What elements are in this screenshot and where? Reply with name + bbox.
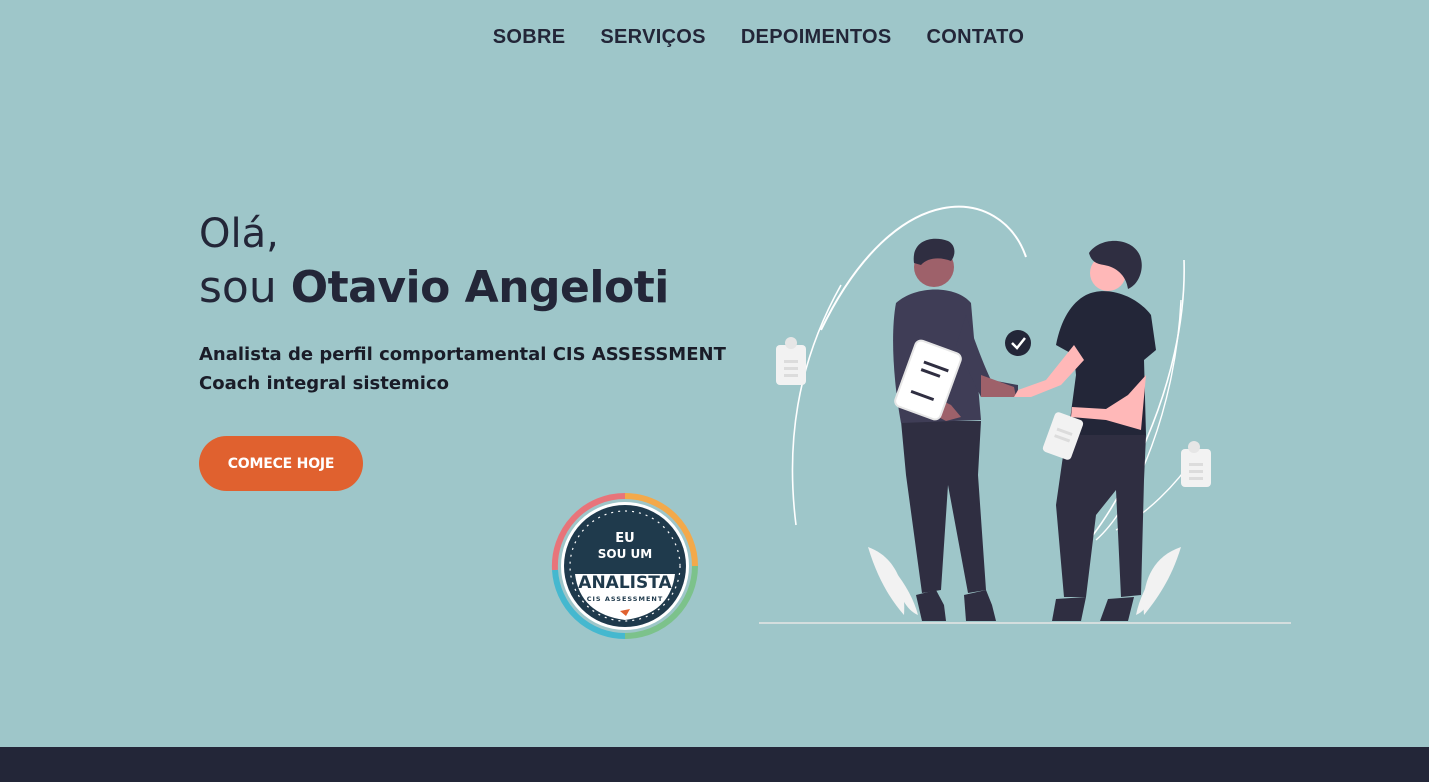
person-right	[1014, 240, 1156, 621]
hero-name-prefix: sou	[199, 262, 277, 313]
badge-line-4: CIS ASSESSMENT	[587, 595, 664, 603]
hero-name: Otavio Angeloti	[290, 262, 670, 313]
main-nav: SOBRE SERVIÇOS DEPOIMENTOS CONTATO	[0, 26, 1429, 49]
analista-badge: EU SOU UM ANALISTA CIS ASSESSMENT	[551, 492, 698, 640]
handshake-illustration	[759, 205, 1291, 624]
clipboard-icon	[1181, 441, 1211, 487]
hero-tagline: Analista de perfil comportamental CIS AS…	[199, 340, 726, 398]
badge-line-2: SOU UM	[598, 547, 652, 561]
badge-line-3: ANALISTA	[578, 573, 672, 593]
nav-contato[interactable]: CONTATO	[927, 26, 1025, 49]
comece-hoje-button[interactable]: COMECE HOJE	[199, 436, 363, 491]
person-left	[893, 238, 1018, 621]
tagline-line-2: Coach integral sistemico	[199, 373, 449, 394]
nav-servicos[interactable]: SERVIÇOS	[600, 26, 705, 49]
nav-depoimentos[interactable]: DEPOIMENTOS	[741, 26, 892, 49]
clipboard-icon	[776, 337, 806, 385]
check-circle-icon	[1005, 330, 1031, 356]
tagline-line-1: Analista de perfil comportamental CIS AS…	[199, 344, 726, 365]
hero-greeting: Olá,	[199, 211, 279, 257]
badge-line-1: EU	[615, 531, 634, 546]
nav-sobre[interactable]: SOBRE	[493, 26, 566, 49]
hero-title: sou Otavio Angeloti	[199, 260, 669, 316]
footer-bar	[0, 747, 1429, 782]
